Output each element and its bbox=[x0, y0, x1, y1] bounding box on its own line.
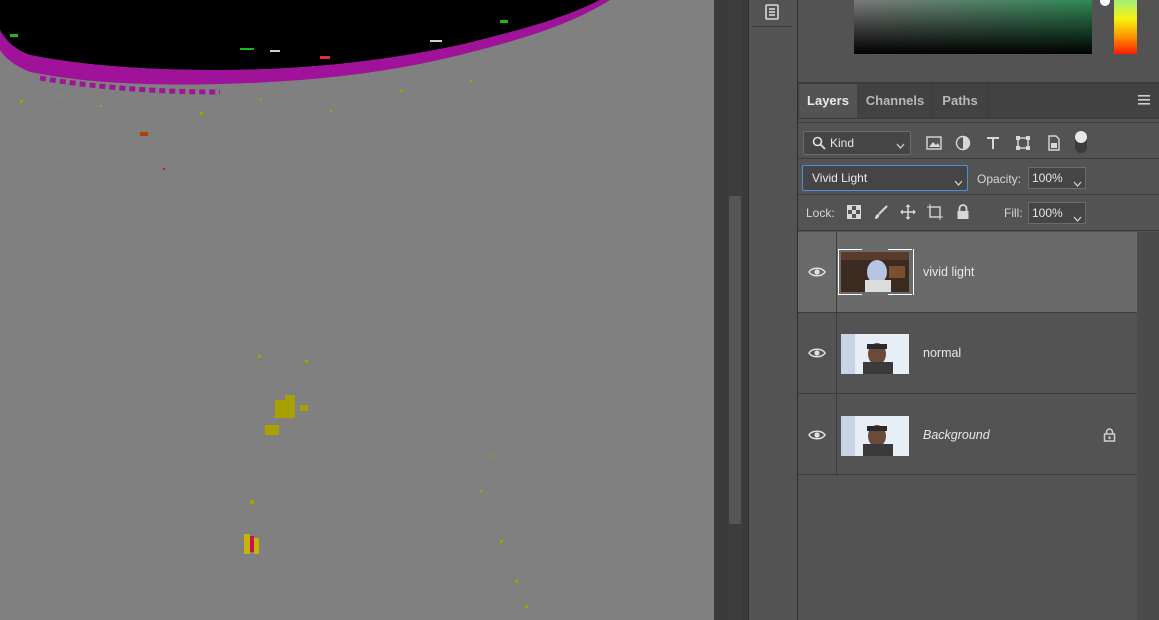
image-filter-icon[interactable] bbox=[925, 134, 943, 152]
divider bbox=[798, 230, 1159, 231]
canvas-image bbox=[0, 0, 610, 608]
divider bbox=[798, 122, 1159, 123]
canvas-scrollbar-thumb[interactable] bbox=[729, 196, 741, 524]
tab-channels[interactable]: Channels bbox=[858, 84, 932, 118]
chevron-down-icon bbox=[1073, 211, 1082, 225]
opacity-dropdown-button[interactable] bbox=[1069, 167, 1086, 189]
blend-mode-select[interactable]: Vivid Light bbox=[802, 165, 968, 191]
frame-corner bbox=[888, 249, 912, 250]
layers-scrollbar[interactable] bbox=[1137, 232, 1159, 620]
properties-icon bbox=[764, 3, 780, 23]
layer-thumbnail[interactable] bbox=[841, 416, 909, 456]
adjustment-filter-icon[interactable] bbox=[954, 134, 972, 152]
panel-icon-dock bbox=[748, 0, 798, 620]
selected-thumbnail-frame bbox=[838, 249, 914, 295]
divider bbox=[798, 158, 1159, 159]
toggle-knob bbox=[1075, 131, 1087, 143]
eye-icon[interactable] bbox=[808, 429, 826, 441]
lock-image-pixels-icon[interactable] bbox=[873, 204, 889, 220]
layer-name[interactable]: vivid light bbox=[923, 265, 974, 279]
tab-paths[interactable]: Paths bbox=[932, 84, 988, 118]
chevron-down-icon bbox=[896, 138, 905, 152]
properties-panel-button[interactable] bbox=[752, 0, 792, 27]
search-icon bbox=[812, 136, 826, 153]
fill-input[interactable]: 100% bbox=[1028, 202, 1073, 224]
eye-icon[interactable] bbox=[808, 347, 826, 359]
color-hue-slider[interactable] bbox=[1114, 0, 1137, 54]
layer-name[interactable]: normal bbox=[923, 346, 961, 360]
lock-label: Lock: bbox=[806, 206, 835, 220]
lock-artboard-icon[interactable] bbox=[927, 204, 943, 220]
lock-transparent-pixels-icon[interactable] bbox=[846, 204, 862, 220]
lock-all-icon[interactable] bbox=[955, 204, 971, 220]
shape-filter-icon[interactable] bbox=[1014, 134, 1032, 152]
panel-menu-icon[interactable] bbox=[1138, 94, 1152, 108]
type-filter-icon[interactable] bbox=[984, 134, 1002, 152]
opacity-label: Opacity: bbox=[977, 172, 1022, 186]
fill-label: Fill: bbox=[1004, 206, 1023, 220]
layer-filter-kind-select[interactable]: Kind bbox=[803, 131, 911, 155]
chevron-down-icon bbox=[954, 175, 963, 189]
layer-lock-icon[interactable] bbox=[1103, 428, 1116, 445]
frame-corner bbox=[888, 294, 912, 295]
lock-position-icon[interactable] bbox=[900, 204, 916, 220]
blend-mode-value: Vivid Light bbox=[812, 171, 868, 185]
color-saturation-field[interactable] bbox=[854, 0, 1092, 54]
frame-corner bbox=[838, 294, 862, 295]
smart-object-filter-icon[interactable] bbox=[1045, 134, 1063, 152]
eye-icon[interactable] bbox=[808, 266, 826, 278]
opacity-input[interactable]: 100% bbox=[1028, 167, 1073, 189]
fill-dropdown-button[interactable] bbox=[1069, 202, 1086, 224]
chevron-down-icon bbox=[1073, 176, 1082, 190]
divider bbox=[798, 194, 1159, 195]
kind-label: Kind bbox=[830, 136, 855, 150]
document-canvas[interactable] bbox=[0, 0, 714, 620]
frame-corner bbox=[838, 249, 862, 250]
tab-layers[interactable]: Layers bbox=[799, 84, 857, 118]
layer-thumbnail[interactable] bbox=[841, 334, 909, 374]
layer-name[interactable]: Background bbox=[923, 428, 990, 442]
